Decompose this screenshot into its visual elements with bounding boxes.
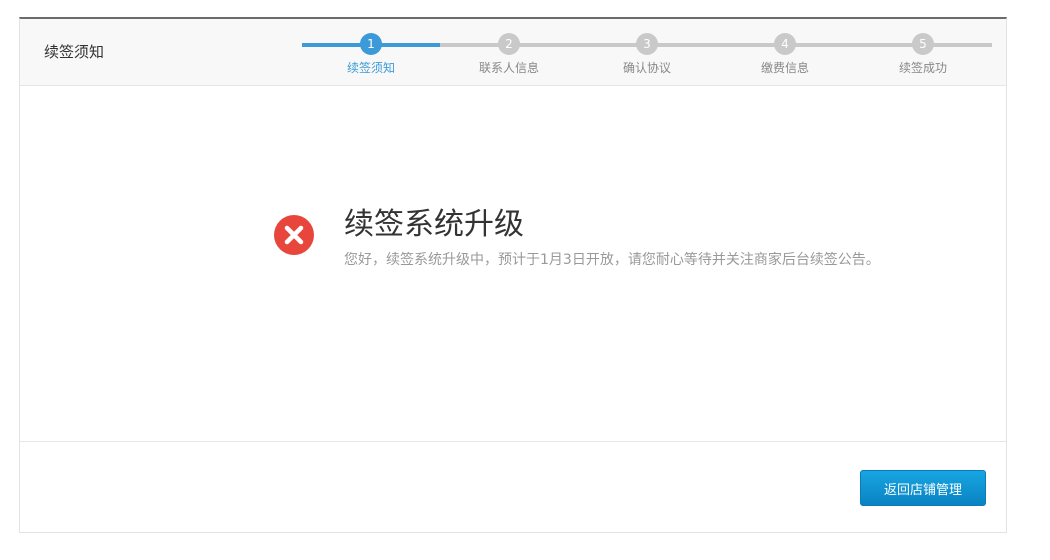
step-progress: 1 续签须知 2 联系人信息 3 确认协议 4 缴费信息 5 续签成功 bbox=[302, 29, 992, 79]
step-number: 4 bbox=[774, 33, 796, 55]
back-to-store-button[interactable]: 返回店铺管理 bbox=[860, 470, 986, 506]
panel-footer: 返回店铺管理 bbox=[20, 441, 1006, 534]
step-5: 5 续签成功 bbox=[863, 29, 983, 76]
step-label: 缴费信息 bbox=[760, 61, 809, 75]
message-description: 您好，续签系统升级中，预计于1月3日开放，请您耐心等待并关注商家后台续签公告。 bbox=[344, 252, 880, 268]
step-label: 联系人信息 bbox=[478, 61, 539, 75]
page-title: 续签须知 bbox=[44, 43, 105, 61]
step-label: 续签须知 bbox=[346, 61, 395, 75]
step-4: 4 缴费信息 bbox=[725, 29, 845, 76]
step-label: 续签成功 bbox=[898, 61, 947, 75]
step-number: 3 bbox=[636, 33, 658, 55]
message-area: 续签系统升级 您好，续签系统升级中，预计于1月3日开放，请您耐心等待并关注商家后… bbox=[20, 85, 1006, 441]
step-3: 3 确认协议 bbox=[587, 29, 707, 76]
step-label: 确认协议 bbox=[622, 61, 671, 75]
step-number: 1 bbox=[360, 33, 382, 55]
error-circle-icon bbox=[274, 215, 314, 255]
step-number: 2 bbox=[498, 33, 520, 55]
message-title: 续签系统升级 bbox=[344, 207, 524, 242]
panel-header: 续签须知 1 续签须知 2 联系人信息 3 确认协议 4 缴费信息 5 续签成功 bbox=[20, 19, 1006, 86]
step-1: 1 续签须知 bbox=[311, 29, 431, 76]
renewal-panel: 续签须知 1 续签须知 2 联系人信息 3 确认协议 4 缴费信息 5 续签成功… bbox=[19, 17, 1007, 533]
step-number: 5 bbox=[912, 33, 934, 55]
step-2: 2 联系人信息 bbox=[449, 29, 569, 76]
